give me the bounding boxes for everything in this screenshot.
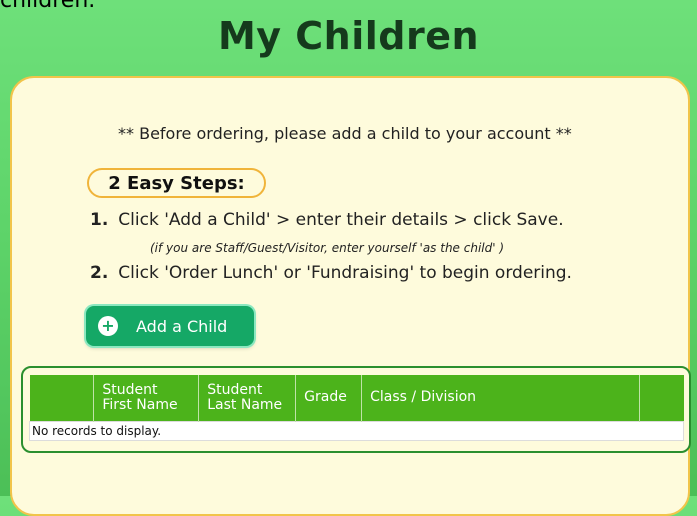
add-child-button[interactable]: + Add a Child (86, 306, 254, 346)
notice-text: ** Before ordering, please add a child t… (118, 124, 572, 143)
steps-badge: 2 Easy Steps: (87, 168, 266, 198)
step-note: (if you are Staff/Guest/Visitor, enter y… (150, 241, 505, 255)
column-header-first-name[interactable]: Student First Name (93, 375, 200, 422)
table-header-row: Student First Name Student Last Name Gra… (29, 375, 684, 422)
step-1-number: 1. (90, 210, 109, 230)
table-row: No records to display. (29, 421, 684, 441)
step-2-number: 2. (90, 263, 109, 283)
step-2: 2. Click 'Order Lunch' or 'Fundraising' t… (90, 263, 572, 283)
step-1: 1. Click 'Add a Child' > enter their deta… (90, 210, 564, 230)
children-table: Student First Name Student Last Name Gra… (29, 375, 684, 441)
column-header-select[interactable] (29, 375, 95, 422)
column-header-class-division[interactable]: Class / Division (361, 375, 640, 422)
cut-off-heading: children. (0, 0, 96, 13)
step-2-text: Click 'Order Lunch' or 'Fundraising' to … (118, 263, 572, 283)
column-header-grade[interactable]: Grade (295, 375, 363, 422)
empty-table-message: No records to display. (29, 421, 684, 441)
step-1-text: Click 'Add a Child' > enter their detail… (118, 210, 564, 230)
add-child-label: Add a Child (136, 316, 228, 336)
plus-circle-icon: + (98, 316, 118, 336)
column-header-last-name[interactable]: Student Last Name (198, 375, 297, 422)
page-title: My Children (217, 14, 480, 58)
column-header-actions (639, 375, 684, 422)
